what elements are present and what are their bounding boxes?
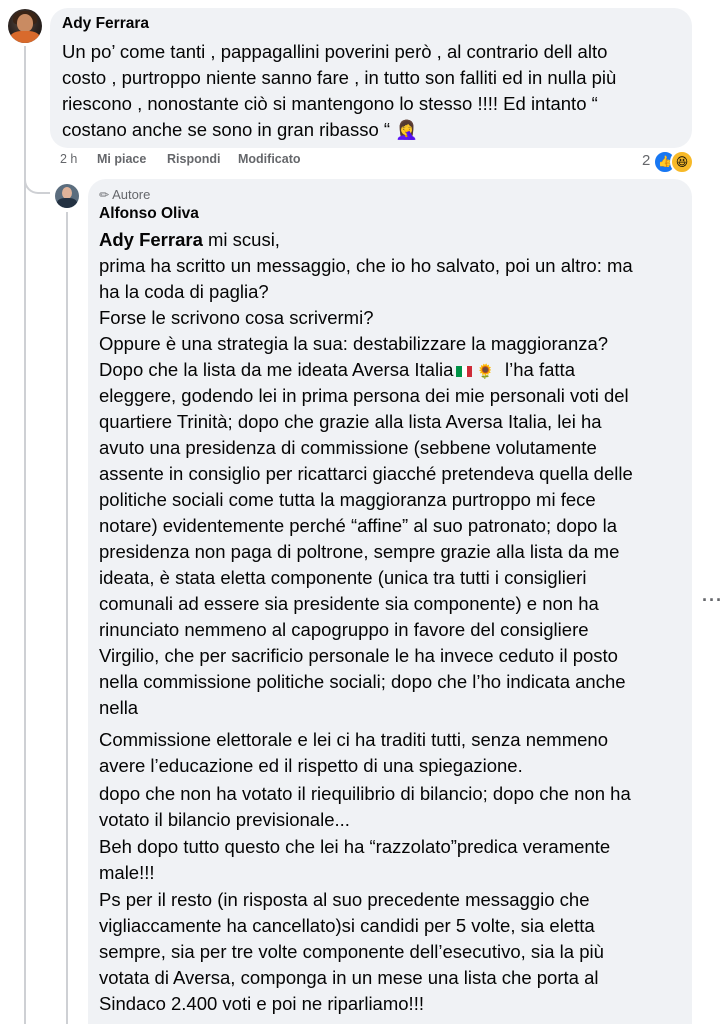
reply-bubble: ✏ Autore Alfonso Oliva Ady Ferrara mi scu… [88, 179, 692, 1024]
reply-text-line: rinunciato nemmeno al capogruppo in favo… [99, 619, 589, 640]
reply-text-line: votato il bilancio previsionale... [99, 809, 350, 830]
mention-link[interactable]: Ady Ferrara [99, 229, 203, 250]
reply-text-line: avere l’educazione ed il rispetto di una… [99, 755, 523, 776]
comment-thread: Ady Ferrara Un po’ come tanti , pappagal… [0, 0, 722, 1024]
reply-text-line: assente in consiglio per ricattarci giac… [99, 463, 633, 484]
haha-icon: 😆 [670, 150, 694, 174]
reply-text-fragment: l’ha fatta [505, 359, 575, 380]
sun-icon: 🌻 [476, 363, 494, 379]
reply-text-line: Ady Ferrara mi scusi, [99, 227, 280, 253]
reaction-count: 2 [642, 152, 651, 169]
reply-thread-line [66, 212, 68, 1024]
reply-text-line: Ps per il resto (in risposta al suo prec… [99, 889, 590, 910]
edited-label[interactable]: Modificato [238, 152, 301, 166]
reply-text-line: dopo che non ha votato il riequilibrio d… [99, 783, 631, 804]
avatar[interactable] [55, 184, 79, 208]
author-badge-label: Autore [112, 187, 151, 202]
reply-text-line: nella [99, 697, 139, 718]
reply-text-line: notare) evidentemente perché “affine” al… [99, 515, 617, 536]
reply-text-fragment: mi scusi, [202, 229, 280, 250]
reply-text-line: quartiere Trinità; dopo che grazie alla … [99, 411, 602, 432]
reply-text-line: nella commissione politiche sociali; dop… [99, 671, 626, 692]
more-options-icon[interactable]: ··· [702, 590, 722, 611]
reply-button[interactable]: Rispondi [167, 152, 220, 166]
reply-text-line: Virgilio, che per sacrificio personale l… [99, 645, 618, 666]
italy-flag-icon [456, 358, 473, 377]
reply-text-line: Dopo che la lista da me ideata Aversa It… [99, 357, 575, 384]
reply-text-line: avuto una presidenza di commissione (seb… [99, 437, 597, 458]
comment-text-line: riescono , nonostante ciò si mantengono … [62, 93, 598, 114]
comment-text-line: Un po’ come tanti , pappagallini poverin… [62, 41, 608, 62]
avatar[interactable] [8, 9, 42, 43]
comment-text-line: costano anche se sono in gran ribasso “ … [62, 119, 419, 140]
reply-text-line: votata di Aversa, componga in un mese un… [99, 967, 599, 988]
pencil-icon: ✏ [99, 188, 110, 202]
reply-text-line: Sindaco 2.400 voti e poi ne riparliamo!!… [99, 993, 424, 1014]
reply-text-line: Forse le scrivono cosa scrivermi? [99, 307, 374, 328]
reply-text-line: Oppure è una strategia la sua: destabili… [99, 333, 609, 354]
reply-author[interactable]: Alfonso Oliva [99, 205, 199, 223]
author-badge: ✏ Autore [99, 187, 150, 202]
reply-text-line: sempre, sia per tre volte componente del… [99, 941, 604, 962]
reply-text-line: prima ha scritto un messaggio, che io ho… [99, 255, 633, 276]
reply-text-line: eleggere, godendo lei in prima persona d… [99, 385, 629, 406]
thread-branch [24, 172, 50, 194]
reply-text-line: comunali ad essere sia presidente sia co… [99, 593, 599, 614]
comment-text-line: costo , purtroppo niente sanno fare , in… [62, 67, 617, 88]
reply-text-line: presidenza non paga di poltrone, sempre … [99, 541, 620, 562]
reaction-summary[interactable]: 2 👍 😆 [642, 149, 702, 174]
thread-line [24, 46, 26, 1024]
reply-text-line: vigliaccamente ha cancellato)si candidi … [99, 915, 595, 936]
comment-timestamp[interactable]: 2 h [60, 152, 77, 166]
comment-author[interactable]: Ady Ferrara [62, 15, 149, 33]
like-button[interactable]: Mi piace [97, 152, 146, 166]
reply-text-line: politiche sociali come tutta la maggiora… [99, 489, 596, 510]
reply-text-fragment: Dopo che la lista da me ideata Aversa It… [99, 359, 454, 380]
reply-text-line: ha la coda di paglia? [99, 281, 269, 302]
reply-text-line: Commissione elettorale e lei ci ha tradi… [99, 729, 608, 750]
comment-bubble: Ady Ferrara Un po’ come tanti , pappagal… [50, 8, 692, 148]
reply-text-line: male!!! [99, 862, 155, 883]
reply-text-line: Beh dopo tutto questo che lei ha “razzol… [99, 836, 611, 857]
reply-text-line: ideata, è stata eletta componente (unica… [99, 567, 587, 588]
